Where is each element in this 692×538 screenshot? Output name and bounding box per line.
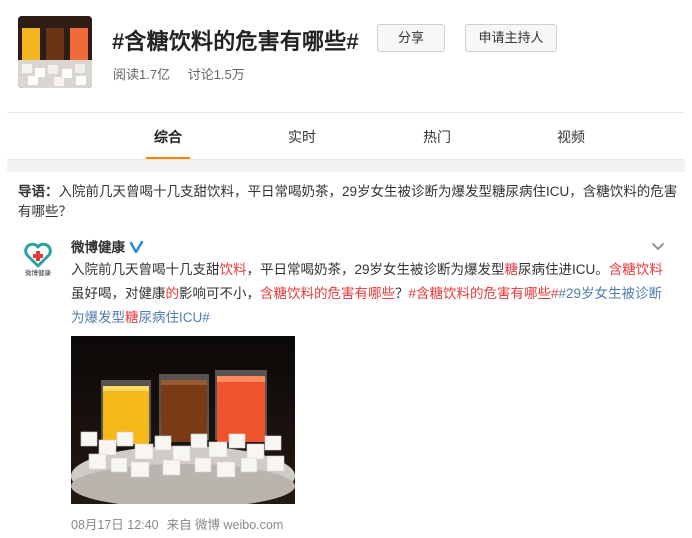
post-date[interactable]: 08月17日 12:40 xyxy=(71,518,159,532)
keyword-highlight[interactable]: 含糖饮料 xyxy=(609,262,663,277)
post-source: 来自 微博 weibo.com xyxy=(166,518,284,532)
post-image[interactable] xyxy=(71,336,295,504)
tab-bar: 综合 实时 热门 视频 xyxy=(7,112,685,160)
drinks-thumbnail-image xyxy=(18,16,92,88)
topic-intro: 导语：入院前几天曾喝十几支甜饮料，平日常喝奶茶，29岁女生被诊断为爆发型糖尿病住… xyxy=(18,182,678,222)
hashtag-link[interactable]: 尿病住ICU# xyxy=(139,310,210,325)
intro-text: 入院前几天曾喝十几支甜饮料，平日常喝奶茶，29岁女生被诊断为爆发型糖尿病住ICU… xyxy=(18,184,678,219)
post-author[interactable]: 微博健康 xyxy=(71,236,144,256)
topic-title: #含糖饮料的危害有哪些# xyxy=(112,29,359,54)
post-text-segment: 尿病住进ICU。 xyxy=(518,262,609,277)
tab-hot[interactable]: 热门 xyxy=(407,127,467,147)
active-tab-indicator xyxy=(146,157,190,159)
topic-stats: 阅读1.7亿 讨论1.5万 xyxy=(113,64,259,83)
keyword-highlight[interactable]: #含糖饮料的危害有哪些# xyxy=(409,286,559,301)
post-text-segment: ？ xyxy=(395,286,409,301)
author-avatar[interactable]: 微博健康 xyxy=(18,236,58,277)
keyword-highlight[interactable]: 含糖饮料的危害有哪些 xyxy=(260,286,395,301)
post-text-segment: 虽好喝，对健康 xyxy=(71,286,166,301)
keyword-highlight[interactable]: 饮料 xyxy=(220,262,247,277)
post-text-segment: 入院前几天曾喝十几支甜 xyxy=(71,262,220,277)
post-meta: 08月17日 12:40 来自 微博 weibo.com xyxy=(71,514,291,533)
health-heart-icon: 微博健康 xyxy=(24,242,52,277)
tab-comprehensive[interactable]: 综合 xyxy=(138,127,198,147)
post-text-segment: 影响可不小， xyxy=(179,286,260,301)
post-text: 入院前几天曾喝十几支甜饮料，平日常喝奶茶，29岁女生被诊断为爆发型糖尿病住进IC… xyxy=(71,258,671,330)
tab-video[interactable]: 视频 xyxy=(541,127,601,147)
section-divider xyxy=(7,160,685,172)
avatar-caption: 微博健康 xyxy=(25,268,52,276)
keyword-highlight[interactable]: 的 xyxy=(166,286,180,301)
tab-realtime[interactable]: 实时 xyxy=(272,127,332,147)
chevron-down-icon[interactable] xyxy=(650,238,666,254)
topic-thumbnail xyxy=(18,16,92,88)
apply-host-button[interactable]: 申请主持人 xyxy=(465,24,557,52)
author-name[interactable]: 微博健康 xyxy=(71,240,125,255)
intro-label: 导语： xyxy=(18,184,59,199)
sugary-drinks-photo xyxy=(71,336,295,504)
discussion-count: 讨论1.5万 xyxy=(187,67,245,82)
verified-badge-icon xyxy=(129,240,144,254)
share-button[interactable]: 分享 xyxy=(377,24,445,52)
post-text-segment: ，平日常喝奶茶，29岁女生被诊断为爆发型 xyxy=(246,262,505,277)
keyword-highlight[interactable]: 糖 xyxy=(125,310,139,325)
keyword-highlight[interactable]: 糖 xyxy=(505,262,519,277)
read-count: 阅读1.7亿 xyxy=(113,67,171,82)
